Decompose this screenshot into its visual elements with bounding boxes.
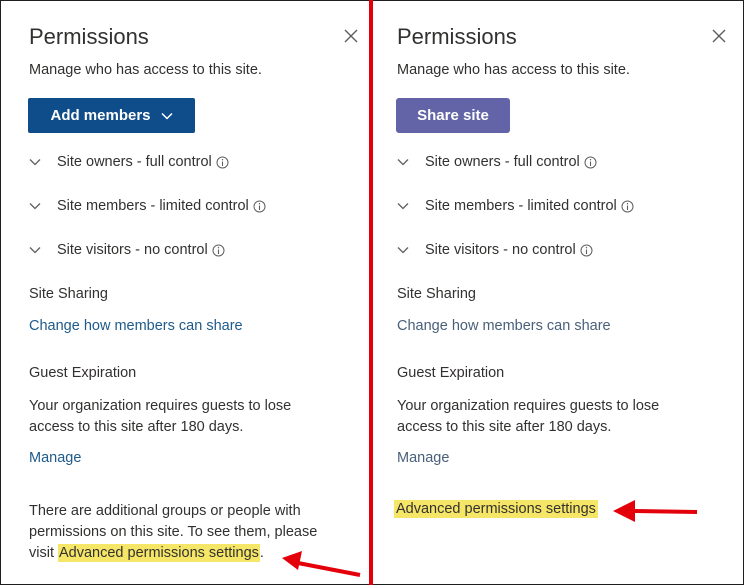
text-line: access to this site after 180 days. (29, 419, 244, 435)
chevron-down-icon (397, 246, 409, 254)
guest-expiration-heading: Guest Expiration (397, 365, 505, 381)
group-site-owners[interactable]: Site owners - full control (397, 152, 597, 172)
share-site-label: Share site (417, 107, 489, 124)
close-icon[interactable] (711, 28, 727, 44)
panel-title: Permissions (397, 24, 517, 49)
site-sharing-heading: Site Sharing (397, 286, 476, 302)
text-line: Your organization requires guests to los… (29, 398, 292, 414)
chevron-down-icon (397, 202, 409, 210)
additional-groups-text: There are additional groups or people wi… (29, 501, 317, 564)
text-suffix: . (259, 545, 264, 561)
guest-expiration-heading: Guest Expiration (29, 365, 137, 381)
add-members-button[interactable]: Add members (28, 98, 195, 133)
group-label: Site owners - full control (57, 154, 212, 170)
guest-expiration-text: Your organization requires guests to los… (397, 396, 659, 438)
info-icon[interactable] (621, 200, 634, 213)
text-line: Your organization requires guests to los… (397, 398, 660, 414)
advanced-permissions-link[interactable]: Advanced permissions settings (394, 500, 598, 518)
group-label: Site visitors - no control (425, 242, 576, 258)
guest-expiration-text: Your organization requires guests to los… (29, 396, 291, 438)
add-members-label: Add members (50, 107, 151, 124)
group-site-members[interactable]: Site members - limited control (397, 196, 634, 216)
permissions-panel-left: Permissions Manage who has access to thi… (0, 0, 369, 585)
info-icon[interactable] (212, 244, 225, 257)
text-line: visit Advanced permissions settings. (29, 543, 317, 564)
group-label: Site visitors - no control (57, 242, 208, 258)
annotation-arrow (613, 500, 698, 522)
group-site-owners[interactable]: Site owners - full control (29, 152, 229, 172)
change-sharing-link[interactable]: Change how members can share (29, 318, 243, 334)
chevron-down-icon (160, 112, 173, 120)
chevron-down-icon (29, 246, 41, 254)
panel-title: Permissions (29, 24, 149, 49)
group-site-visitors[interactable]: Site visitors - no control (397, 240, 593, 260)
info-icon[interactable] (216, 156, 229, 169)
panel-subtitle: Manage who has access to this site. (397, 62, 630, 78)
chevron-down-icon (29, 158, 41, 166)
text-line: permissions on this site. To see them, p… (29, 524, 318, 540)
info-icon[interactable] (584, 156, 597, 169)
group-site-visitors[interactable]: Site visitors - no control (29, 240, 225, 260)
annotation-arrow (282, 551, 361, 577)
group-label: Site members - limited control (425, 198, 617, 214)
change-sharing-link[interactable]: Change how members can share (397, 318, 611, 334)
panel-subtitle: Manage who has access to this site. (29, 62, 262, 78)
text-line: There are additional groups or people wi… (29, 503, 301, 519)
manage-link[interactable]: Manage (29, 450, 81, 466)
permissions-panel-right: Permissions Manage who has access to thi… (373, 0, 744, 585)
text-prefix: visit (29, 545, 58, 561)
chevron-down-icon (29, 202, 41, 210)
advanced-permissions-link[interactable]: Advanced permissions settings (58, 544, 260, 562)
text-line: access to this site after 180 days. (397, 419, 612, 435)
group-label: Site members - limited control (57, 198, 249, 214)
group-site-members[interactable]: Site members - limited control (29, 196, 266, 216)
site-sharing-heading: Site Sharing (29, 286, 108, 302)
group-label: Site owners - full control (425, 154, 580, 170)
info-icon[interactable] (580, 244, 593, 257)
close-icon[interactable] (343, 28, 359, 44)
manage-link[interactable]: Manage (397, 450, 449, 466)
chevron-down-icon (397, 158, 409, 166)
share-site-button[interactable]: Share site (396, 98, 510, 133)
info-icon[interactable] (253, 200, 266, 213)
